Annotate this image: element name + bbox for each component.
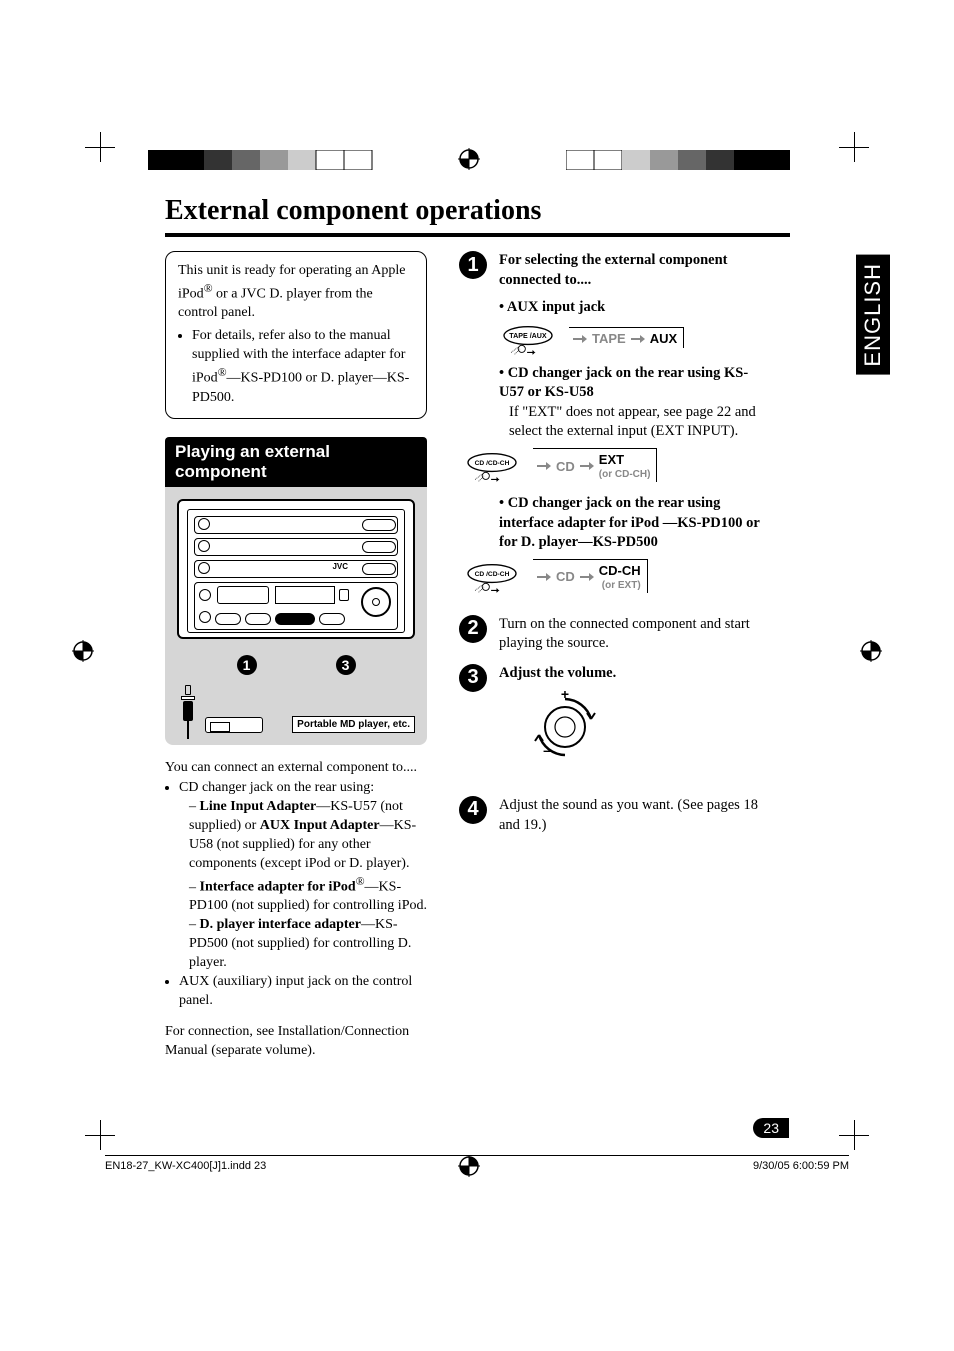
- step-1-cd1: CD changer jack on the rear using KS-U57…: [499, 365, 748, 401]
- md-player-label: Portable MD player, etc.: [292, 716, 415, 733]
- svg-text:–: –: [543, 742, 551, 758]
- head-unit-diagram: JVC: [177, 499, 415, 639]
- step-4-num: 4: [459, 796, 487, 824]
- svg-text:CD /CD-CH: CD /CD-CH: [475, 460, 510, 467]
- connect-b2: AUX (auxiliary) input jack on the contro…: [179, 973, 427, 1011]
- svg-text:CD /CD-CH: CD /CD-CH: [475, 571, 510, 578]
- connect-b1a: Line Input Adapter—KS-U57 (not supplied)…: [189, 798, 427, 874]
- step-1-num: 1: [459, 251, 487, 279]
- step-2-num: 2: [459, 615, 487, 643]
- step-1-cd1-note: If "EXT" does not appear, see page 22 an…: [509, 403, 769, 442]
- tape-aux-button-icon: TAPE /AUX: [499, 324, 557, 352]
- intro-bullet: For details, refer also to the manual su…: [192, 327, 414, 407]
- unit-diagram-panel: JVC: [165, 487, 427, 745]
- step-4-text: Adjust the sound as you want. (See pages…: [499, 796, 769, 835]
- crop-corner-tl: [85, 132, 115, 162]
- footer-timestamp: 9/30/05 6:00:59 PM: [753, 1160, 849, 1172]
- crop-corner-tr: [839, 132, 869, 162]
- diagram-callout-3: 3: [336, 655, 356, 675]
- connect-footnote: For connection, see Installation/Connect…: [165, 1023, 427, 1061]
- cd1-flow: CD EXT(or CD-CH): [533, 448, 657, 482]
- cable-diagram: Portable MD player, etc.: [177, 685, 415, 733]
- cd-cdch-button-icon: CD /CD-CH: [463, 562, 521, 590]
- aux-flow: TAPE AUX: [569, 327, 684, 348]
- registration-mark-icon: [72, 640, 94, 662]
- connect-b1c: D. player interface adapter—KS-PD500 (no…: [189, 916, 427, 973]
- svg-text:+: +: [561, 691, 569, 702]
- connect-b1b: Interface adapter for iPod®—KS-PD100 (no…: [189, 874, 427, 916]
- left-column: This unit is ready for operating an Appl…: [165, 251, 427, 1063]
- step-1-cd2: CD changer jack on the rear using interf…: [499, 495, 760, 550]
- title-rule: [165, 233, 790, 237]
- connect-b1: CD changer jack on the rear using: Line …: [179, 779, 427, 973]
- step-3-text: Adjust the volume.: [499, 664, 616, 684]
- crop-corner-bl: [85, 1120, 115, 1150]
- step-3: 3 Adjust the volume. + –: [459, 664, 769, 786]
- md-player-icon: [205, 717, 263, 733]
- footer-file: EN18-27_KW-XC400[J]1.indd 23: [105, 1160, 266, 1172]
- cd-cdch-button-icon: CD /CD-CH: [463, 451, 521, 479]
- cd2-flow: CD CD-CH(or EXT): [533, 559, 648, 593]
- color-bar-right: [566, 150, 806, 175]
- volume-knob-icon: + –: [529, 691, 616, 770]
- connect-intro: You can connect an external component to…: [165, 759, 427, 778]
- svg-text:TAPE /AUX: TAPE /AUX: [509, 332, 547, 340]
- color-bar-left: [148, 150, 388, 175]
- step-1-aux: AUX input jack: [507, 299, 605, 315]
- cd-button-diagram-1: CD /CD-CH CD: [463, 448, 769, 482]
- connect-list: CD changer jack on the rear using: Line …: [179, 779, 427, 1010]
- crop-corner-br: [839, 1120, 869, 1150]
- step-1: 1 For selecting the external component c…: [459, 251, 769, 605]
- step-3-num: 3: [459, 664, 487, 692]
- registration-mark-icon: [458, 148, 480, 170]
- section-heading: Playing an external component: [165, 437, 427, 487]
- right-column: 1 For selecting the external component c…: [459, 251, 769, 1063]
- registration-mark-icon: [860, 640, 882, 662]
- step-2-text: Turn on the connected component and star…: [499, 615, 769, 654]
- page-number: 23: [753, 1118, 789, 1138]
- page-title: External component operations: [165, 195, 790, 227]
- footer: EN18-27_KW-XC400[J]1.indd 23 9/30/05 6:0…: [105, 1155, 849, 1172]
- step-1-heading: For selecting the external component con…: [499, 251, 769, 290]
- language-tab: ENGLISH: [856, 255, 890, 375]
- aux-button-diagram: TAPE /AUX TAPE: [499, 324, 769, 352]
- step-2: 2 Turn on the connected component and st…: [459, 615, 769, 654]
- diagram-callout-1: 1: [237, 655, 257, 675]
- page-content: External component operations ENGLISH Th…: [165, 195, 790, 1063]
- intro-box: This unit is ready for operating an Appl…: [165, 251, 427, 419]
- cd-button-diagram-2: CD /CD-CH CD: [463, 559, 769, 593]
- step-4: 4 Adjust the sound as you want. (See pag…: [459, 796, 769, 835]
- unit-brand-label: JVC: [332, 562, 348, 571]
